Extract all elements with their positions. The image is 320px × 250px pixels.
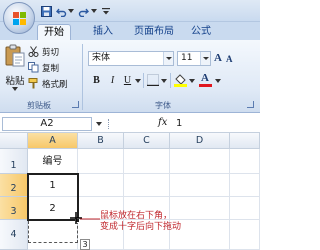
tab-page-layout[interactable]: 页面布局 xyxy=(128,24,180,40)
fill-drag-outline xyxy=(28,221,78,243)
row-header-2[interactable]: 2 xyxy=(0,174,28,197)
cell-e2[interactable] xyxy=(230,174,260,197)
undo-icon[interactable] xyxy=(55,4,67,18)
toolbar-separator xyxy=(170,73,171,88)
name-box-dropdown-icon[interactable] xyxy=(96,122,102,126)
cell-c2[interactable] xyxy=(124,174,170,197)
cell-e4[interactable] xyxy=(230,220,260,250)
annotation-line-2: 变成十字后向下拖动 xyxy=(100,222,182,232)
fill-color-dropdown-icon xyxy=(189,79,195,83)
font-color-swatch xyxy=(199,84,212,87)
font-group-label: 字体 xyxy=(155,101,171,110)
paste-button[interactable]: 粘贴 xyxy=(4,44,26,94)
borders-icon xyxy=(147,74,159,87)
save-icon[interactable] xyxy=(40,4,52,18)
cell-c1[interactable] xyxy=(124,149,170,174)
customize-quick-access-icon[interactable] xyxy=(101,4,111,18)
format-painter-icon xyxy=(28,78,39,89)
column-header-c[interactable]: C xyxy=(124,133,170,149)
copy-button[interactable]: 复制 xyxy=(28,61,59,74)
office-button[interactable] xyxy=(3,2,35,34)
font-color-button[interactable]: A xyxy=(199,72,223,88)
shrink-font-icon[interactable]: A xyxy=(226,53,234,66)
worksheet-grid[interactable]: A B C D 1 2 3 4 编号 1 2 3 鼠标放在右下角， 变成十字后向… xyxy=(0,133,260,250)
tab-formulas[interactable]: 公式 xyxy=(186,24,216,40)
cell-e3[interactable] xyxy=(230,197,260,220)
fill-bucket-icon xyxy=(174,74,187,87)
toolbar-separator xyxy=(143,73,144,88)
font-size-dropdown-icon xyxy=(200,52,210,65)
paste-label: 粘贴 xyxy=(5,76,25,87)
cell-a1[interactable]: 编号 xyxy=(28,149,78,174)
underline-button[interactable]: U xyxy=(121,74,134,87)
row-header-4[interactable]: 4 xyxy=(0,220,28,250)
cut-button[interactable]: 剪切 xyxy=(28,45,59,58)
cut-label: 剪切 xyxy=(42,47,60,58)
font-name-combo[interactable]: 宋体 xyxy=(88,51,174,66)
redo-dropdown-icon[interactable] xyxy=(90,4,97,18)
annotation-text: 鼠标放在右下角， 变成十字后向下拖动 xyxy=(100,211,181,233)
column-header-d[interactable]: D xyxy=(170,133,230,149)
annotation-line-1: 鼠标放在右下角， xyxy=(100,211,173,221)
fx-icon[interactable]: fx xyxy=(158,117,167,128)
group-separator xyxy=(82,44,83,110)
scissors-icon xyxy=(28,46,39,57)
font-name-dropdown-icon xyxy=(163,52,173,65)
row-header-3[interactable]: 3 xyxy=(0,197,28,220)
annotation-pointer xyxy=(80,218,100,220)
formula-bar: A2 fx 1 xyxy=(0,115,260,133)
bold-button[interactable]: B xyxy=(90,74,103,87)
paste-dropdown-icon xyxy=(12,87,18,91)
title-bar xyxy=(0,0,260,34)
font-color-dropdown-icon xyxy=(215,79,221,83)
autofill-value-tooltip: 3 xyxy=(80,239,90,250)
clipboard-launcher-icon[interactable] xyxy=(72,101,79,108)
column-header-a[interactable]: A xyxy=(28,133,78,149)
format-painter-label: 格式刷 xyxy=(42,79,68,90)
row-header-1[interactable]: 1 xyxy=(0,149,28,174)
fill-color-button[interactable] xyxy=(174,73,196,88)
name-box[interactable]: A2 xyxy=(2,117,92,131)
copy-label: 复制 xyxy=(42,63,60,74)
formula-bar-grip[interactable] xyxy=(108,119,110,129)
font-launcher-icon[interactable] xyxy=(247,101,254,108)
tab-insert[interactable]: 插入 xyxy=(88,24,118,40)
borders-dropdown-icon xyxy=(161,79,167,83)
office-logo-icon xyxy=(13,12,26,25)
ribbon-tabs: 开始 插入 页面布局 公式 xyxy=(0,22,260,40)
cell-e1[interactable] xyxy=(230,149,260,174)
formula-input[interactable]: 1 xyxy=(176,117,258,131)
tab-home[interactable]: 开始 xyxy=(37,24,71,40)
borders-button[interactable] xyxy=(147,74,167,87)
redo-icon[interactable] xyxy=(77,4,89,18)
paste-icon xyxy=(5,44,25,67)
ribbon: 粘贴 剪切 复制 格式刷 剪贴板 宋体 11 A A B I U A 字体 xyxy=(0,40,260,113)
font-color-letter: A xyxy=(201,72,209,84)
clipboard-group-label: 剪贴板 xyxy=(27,101,51,110)
italic-button[interactable]: I xyxy=(106,74,119,87)
undo-dropdown-icon[interactable] xyxy=(67,4,74,18)
cell-b2[interactable] xyxy=(78,174,124,197)
copy-icon xyxy=(28,62,39,73)
column-header-b[interactable]: B xyxy=(78,133,124,149)
font-name-value: 宋体 xyxy=(92,53,111,63)
column-header-e[interactable] xyxy=(230,133,260,149)
cell-d1[interactable] xyxy=(170,149,230,174)
cell-d2[interactable] xyxy=(170,174,230,197)
format-painter-button[interactable]: 格式刷 xyxy=(28,77,68,90)
font-size-combo[interactable]: 11 xyxy=(177,51,211,66)
font-size-value: 11 xyxy=(181,53,193,63)
grow-font-icon[interactable]: A xyxy=(214,51,224,66)
cell-b1[interactable] xyxy=(78,149,124,174)
underline-dropdown-icon[interactable] xyxy=(135,79,141,83)
select-all-corner[interactable] xyxy=(0,133,28,149)
